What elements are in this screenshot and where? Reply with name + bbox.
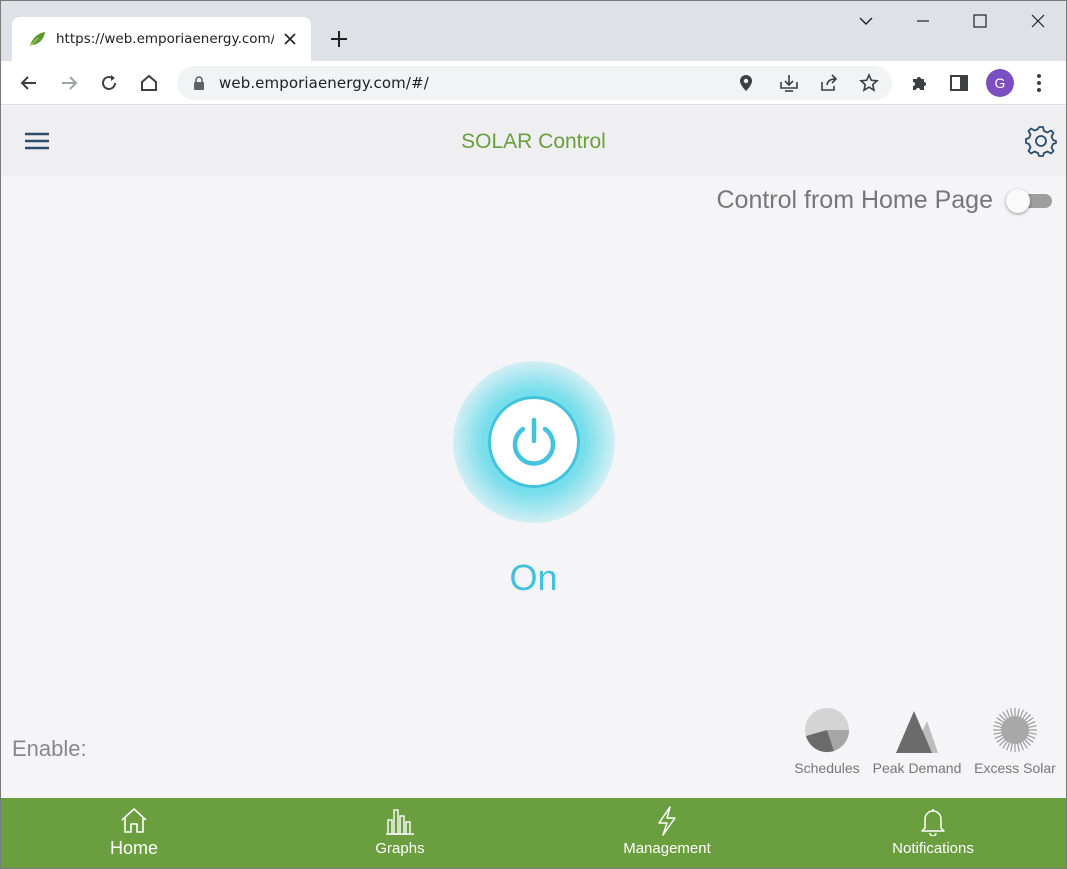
- extensions-icon[interactable]: [907, 71, 931, 95]
- home-browser-icon[interactable]: [137, 71, 161, 95]
- schedules-label: Schedules: [794, 760, 860, 776]
- peak-demand-option[interactable]: Peak Demand: [869, 707, 965, 776]
- control-home-label: Control from Home Page: [716, 186, 993, 214]
- close-window-icon[interactable]: [1026, 9, 1050, 33]
- minimize-icon[interactable]: [911, 9, 935, 33]
- control-home-toggle[interactable]: [1006, 188, 1052, 214]
- app-header: SOLAR Control: [1, 106, 1066, 176]
- toggle-knob: [1006, 189, 1030, 213]
- nav-notifications-label: Notifications: [892, 840, 974, 857]
- location-pin-icon[interactable]: [739, 74, 753, 92]
- excess-solar-option[interactable]: Excess Solar: [971, 707, 1059, 776]
- power-state-label: On: [509, 557, 558, 598]
- browser-tab[interactable]: https://web.emporiaenergy.com/: [12, 17, 311, 61]
- nav-graphs-label: Graphs: [375, 840, 425, 857]
- nav-home[interactable]: Home: [1, 798, 267, 868]
- leaf-icon: [29, 32, 45, 47]
- share-icon[interactable]: [819, 74, 839, 92]
- star-icon[interactable]: [859, 73, 879, 93]
- page-title: SOLAR Control: [461, 130, 606, 153]
- mountain-icon: [896, 711, 938, 753]
- nav-management-label: Management: [623, 840, 711, 857]
- tab-title: https://web.emporiaenergy.com/: [56, 31, 274, 47]
- tab-close-icon[interactable]: [281, 30, 299, 48]
- tab-search-icon[interactable]: [854, 9, 878, 33]
- forward-arrow-icon[interactable]: [57, 71, 81, 95]
- maximize-icon[interactable]: [968, 9, 992, 33]
- nav-graphs[interactable]: Graphs: [267, 798, 533, 868]
- lightning-icon: [658, 806, 676, 836]
- address-bar[interactable]: web.emporiaenergy.com/#/: [177, 66, 892, 100]
- new-tab-icon[interactable]: [327, 27, 351, 51]
- excess-solar-label: Excess Solar: [974, 760, 1056, 776]
- power-icon: [512, 417, 556, 466]
- nav-management[interactable]: Management: [534, 798, 800, 868]
- back-arrow-icon[interactable]: [17, 71, 41, 95]
- profile-avatar[interactable]: G: [986, 69, 1014, 97]
- home-icon: [121, 808, 147, 833]
- schedules-option[interactable]: Schedules: [791, 707, 863, 776]
- sun-icon: [993, 708, 1037, 752]
- install-app-icon[interactable]: [779, 74, 799, 92]
- bar-chart-icon: [386, 809, 414, 835]
- reload-icon[interactable]: [97, 71, 121, 95]
- url-text[interactable]: web.emporiaenergy.com/#/: [219, 74, 429, 92]
- bell-icon: [921, 809, 945, 836]
- pie-icon: [805, 708, 850, 753]
- peak-demand-label: Peak Demand: [872, 760, 962, 776]
- nav-notifications[interactable]: Notifications: [800, 798, 1066, 868]
- power-button[interactable]: [488, 396, 580, 488]
- browser-toolbar: web.emporiaenergy.com/#/ G: [1, 61, 1066, 105]
- side-panel-icon[interactable]: [947, 71, 971, 95]
- nav-home-label: Home: [109, 838, 158, 858]
- browser-menu-icon[interactable]: [1027, 71, 1051, 95]
- lock-icon[interactable]: [193, 76, 205, 90]
- browser-tabstrip: https://web.emporiaenergy.com/: [1, 1, 1066, 61]
- enable-label: Enable:: [12, 736, 87, 761]
- bottom-nav: Home Graphs Management Notifications: [1, 798, 1066, 868]
- settings-gear-icon[interactable]: [1025, 125, 1057, 157]
